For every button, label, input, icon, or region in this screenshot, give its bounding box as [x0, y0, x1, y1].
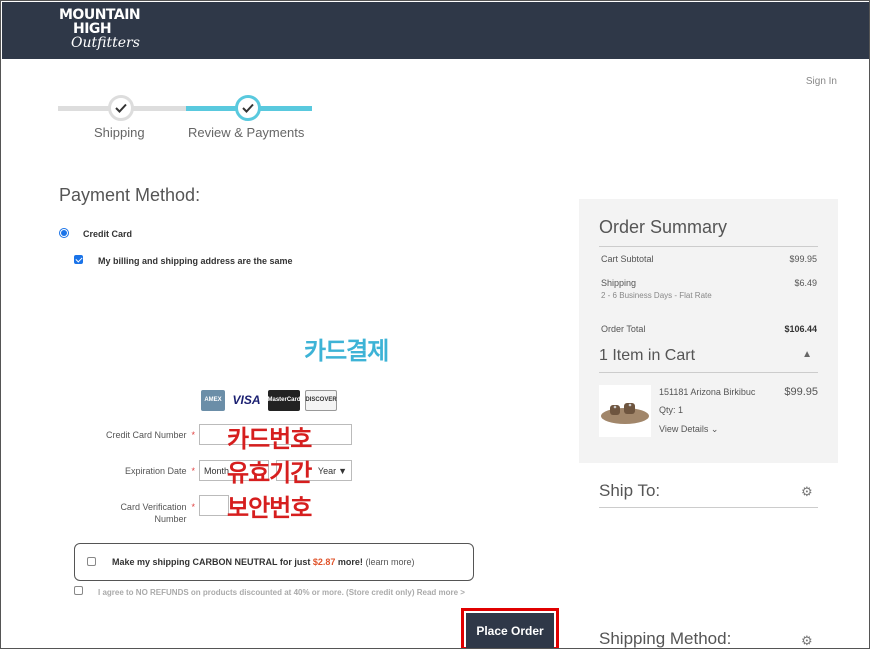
cvv-label: Card Verification*Number* [120, 502, 195, 524]
cvv-input[interactable] [199, 495, 229, 516]
discover-card-icon: DISCOVER [305, 389, 337, 411]
carbon-neutral-price: $2.87 [312, 557, 336, 567]
cart-heading[interactable]: 1 Item in Cart [599, 347, 695, 365]
logo-line3: Outfitters [71, 35, 140, 51]
credit-card-label[interactable]: Credit Card [83, 229, 132, 239]
product-name: 151181 Arizona Birkibuc [659, 387, 756, 397]
shipping-method-heading: Shipping Method: [599, 629, 732, 648]
product-qty: Qty: 1 [659, 405, 684, 415]
gear-icon[interactable]: ⚙ [801, 633, 813, 648]
amex-card-icon: AMEX [201, 389, 225, 411]
annotation-card-number: 카드번호 [227, 425, 312, 453]
annotation-expiry: 유효기간 [227, 459, 312, 487]
logo-line1: MOUNTAIN [59, 7, 141, 23]
annotation-security-code: 보안번호 [227, 494, 312, 522]
ship-to-heading: Ship To: [599, 481, 661, 500]
payment-method-title: Payment Method: [59, 185, 201, 205]
accepted-cards: AMEX VISA MasterCard DISCOVER [201, 389, 337, 411]
visa-card-icon: VISA [232, 393, 261, 407]
refund-agree-checkbox[interactable] [74, 586, 83, 595]
logo-line2: HIGH [73, 21, 112, 37]
chevron-down-icon: ⌄ [710, 424, 719, 434]
place-order-highlight: Place Order [461, 608, 559, 648]
place-order-button[interactable]: Place Order [466, 613, 554, 648]
checkout-progress: Shipping Review & Payments [58, 93, 313, 143]
top-header-bar: MOUNTAIN HIGH Outfitters [2, 2, 869, 59]
billing-same-checkbox[interactable] [74, 255, 83, 264]
summary-divider [599, 246, 818, 247]
shipping-row: Shipping $6.49 2 - 6 Business Days - Flat… [601, 278, 817, 300]
sandal-icon [601, 403, 649, 424]
checkout-page: MOUNTAIN HIGH Outfitters Sign In Shippin… [0, 0, 870, 649]
step-label-shipping[interactable]: Shipping [94, 125, 145, 140]
product-price: $99.95 [784, 386, 818, 398]
refund-agree-text[interactable]: I agree to NO REFUNDS on products discou… [98, 588, 465, 597]
order-total-row: Order Total $106.44 [601, 324, 817, 334]
carbon-neutral-box: Make my shipping CARBON NEUTRAL for just… [74, 543, 474, 581]
brand-logo[interactable]: MOUNTAIN HIGH Outfitters [59, 8, 149, 58]
subtotal-row: Cart Subtotal $99.95 [601, 254, 817, 264]
step-review-check-icon [235, 95, 261, 121]
chevron-down-icon: ▼ [338, 466, 347, 476]
carbon-neutral-checkbox[interactable] [87, 557, 96, 566]
card-number-label: Credit Card Number * [105, 430, 195, 440]
step-shipping-check-icon[interactable] [108, 95, 134, 121]
credit-card-radio[interactable] [59, 228, 69, 238]
order-summary-title: Order Summary [599, 217, 728, 237]
cart-divider [599, 372, 818, 373]
carbon-neutral-text[interactable]: Make my shipping CARBON NEUTRAL for just… [112, 557, 414, 567]
billing-same-label[interactable]: My billing and shipping address are the … [98, 256, 293, 266]
expiration-label: Expiration Date * [124, 466, 195, 476]
annotation-card-payment: 카드결제 [304, 337, 389, 365]
step-label-review: Review & Payments [188, 125, 305, 140]
gear-icon[interactable]: ⚙ [801, 484, 813, 500]
sign-in-link[interactable]: Sign In [806, 76, 837, 87]
product-thumbnail [599, 385, 651, 437]
ship-to-divider [599, 507, 818, 508]
mastercard-card-icon: MasterCard [268, 389, 301, 411]
view-details-toggle[interactable]: View Details ⌄ [659, 424, 718, 435]
learn-more-link[interactable]: (learn more) [365, 557, 414, 567]
chevron-up-icon[interactable]: ▲ [802, 349, 812, 360]
order-summary-panel: Order Summary Cart Subtotal $99.95 Shippi… [579, 199, 838, 463]
